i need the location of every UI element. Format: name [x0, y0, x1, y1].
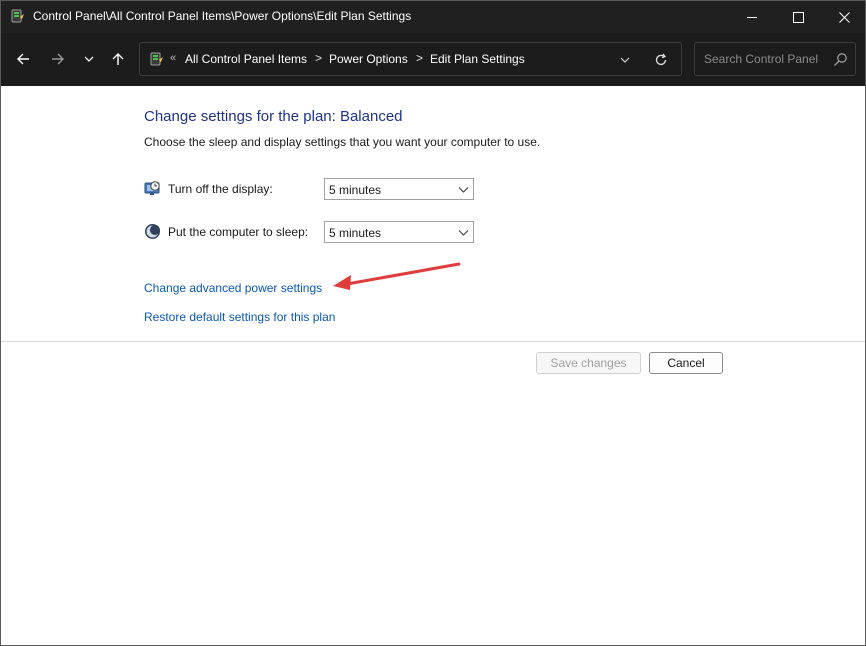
breadcrumb-power-options[interactable]: Power Options: [329, 52, 408, 66]
breadcrumb-separator[interactable]: >: [416, 51, 423, 65]
cancel-button[interactable]: Cancel: [649, 352, 723, 374]
save-changes-button[interactable]: Save changes: [536, 352, 641, 374]
recent-locations-button[interactable]: [77, 47, 101, 71]
breadcrumb-edit-plan[interactable]: Edit Plan Settings: [430, 52, 525, 66]
advanced-power-settings-link[interactable]: Change advanced power settings: [144, 281, 322, 295]
chevron-down-icon: [458, 187, 469, 193]
window-title: Control Panel\All Control Panel Items\Po…: [33, 9, 412, 23]
display-setting-row: Turn off the display: 5 minutes: [144, 178, 484, 200]
up-button[interactable]: [106, 47, 130, 71]
power-options-icon: [11, 9, 24, 23]
annotation-arrow-icon: [333, 262, 461, 290]
chevron-down-icon: [620, 57, 630, 63]
close-button[interactable]: [821, 1, 865, 33]
page-description: Choose the sleep and display settings th…: [144, 135, 541, 149]
breadcrumb-separator[interactable]: >: [315, 51, 322, 65]
display-timeout-value: 5 minutes: [329, 183, 382, 197]
breadcrumb-all-items[interactable]: All Control Panel Items: [185, 52, 307, 66]
sleep-timeout-label: Put the computer to sleep:: [168, 225, 309, 239]
navigation-bar: « All Control Panel Items > Power Option…: [1, 33, 865, 86]
restore-defaults-link[interactable]: Restore default settings for this plan: [144, 310, 335, 324]
forward-button[interactable]: [46, 47, 70, 71]
sleep-timeout-select[interactable]: 5 minutes: [324, 221, 474, 243]
arrow-up-icon: [112, 53, 124, 65]
display-timeout-label: Turn off the display:: [168, 182, 273, 196]
breadcrumb-overflow[interactable]: «: [170, 52, 176, 64]
control-panel-icon: [150, 52, 163, 66]
minimize-icon: [746, 16, 757, 18]
back-button[interactable]: [11, 47, 35, 71]
search-placeholder: Search Control Panel: [704, 52, 819, 66]
control-panel-window: Control Panel\All Control Panel Items\Po…: [0, 0, 866, 646]
divider: [1, 341, 865, 342]
arrow-left-icon: [17, 53, 29, 65]
address-bar[interactable]: « All Control Panel Items > Power Option…: [139, 42, 682, 76]
title-bar: Control Panel\All Control Panel Items\Po…: [1, 1, 865, 33]
chevron-down-icon: [458, 230, 469, 236]
maximize-button[interactable]: [775, 1, 821, 33]
sleep-setting-row: Put the computer to sleep: 5 minutes: [144, 221, 484, 243]
refresh-icon: [655, 53, 667, 66]
monitor-clock-icon: [144, 181, 160, 195]
address-dropdown-button[interactable]: [616, 52, 634, 68]
close-icon: [838, 11, 850, 23]
minimize-button[interactable]: [729, 1, 775, 33]
search-icon[interactable]: [833, 52, 848, 67]
page-title: Change settings for the plan: Balanced: [144, 108, 403, 125]
moon-sleep-icon: [145, 224, 160, 239]
sleep-timeout-value: 5 minutes: [329, 226, 382, 240]
maximize-icon: [792, 11, 804, 23]
search-input[interactable]: Search Control Panel: [694, 42, 856, 76]
plan-settings-content: Change settings for the plan: Balanced C…: [1, 86, 865, 645]
chevron-down-icon: [84, 56, 94, 62]
refresh-button[interactable]: [652, 51, 670, 69]
arrow-right-icon: [52, 53, 64, 65]
display-timeout-select[interactable]: 5 minutes: [324, 178, 474, 200]
